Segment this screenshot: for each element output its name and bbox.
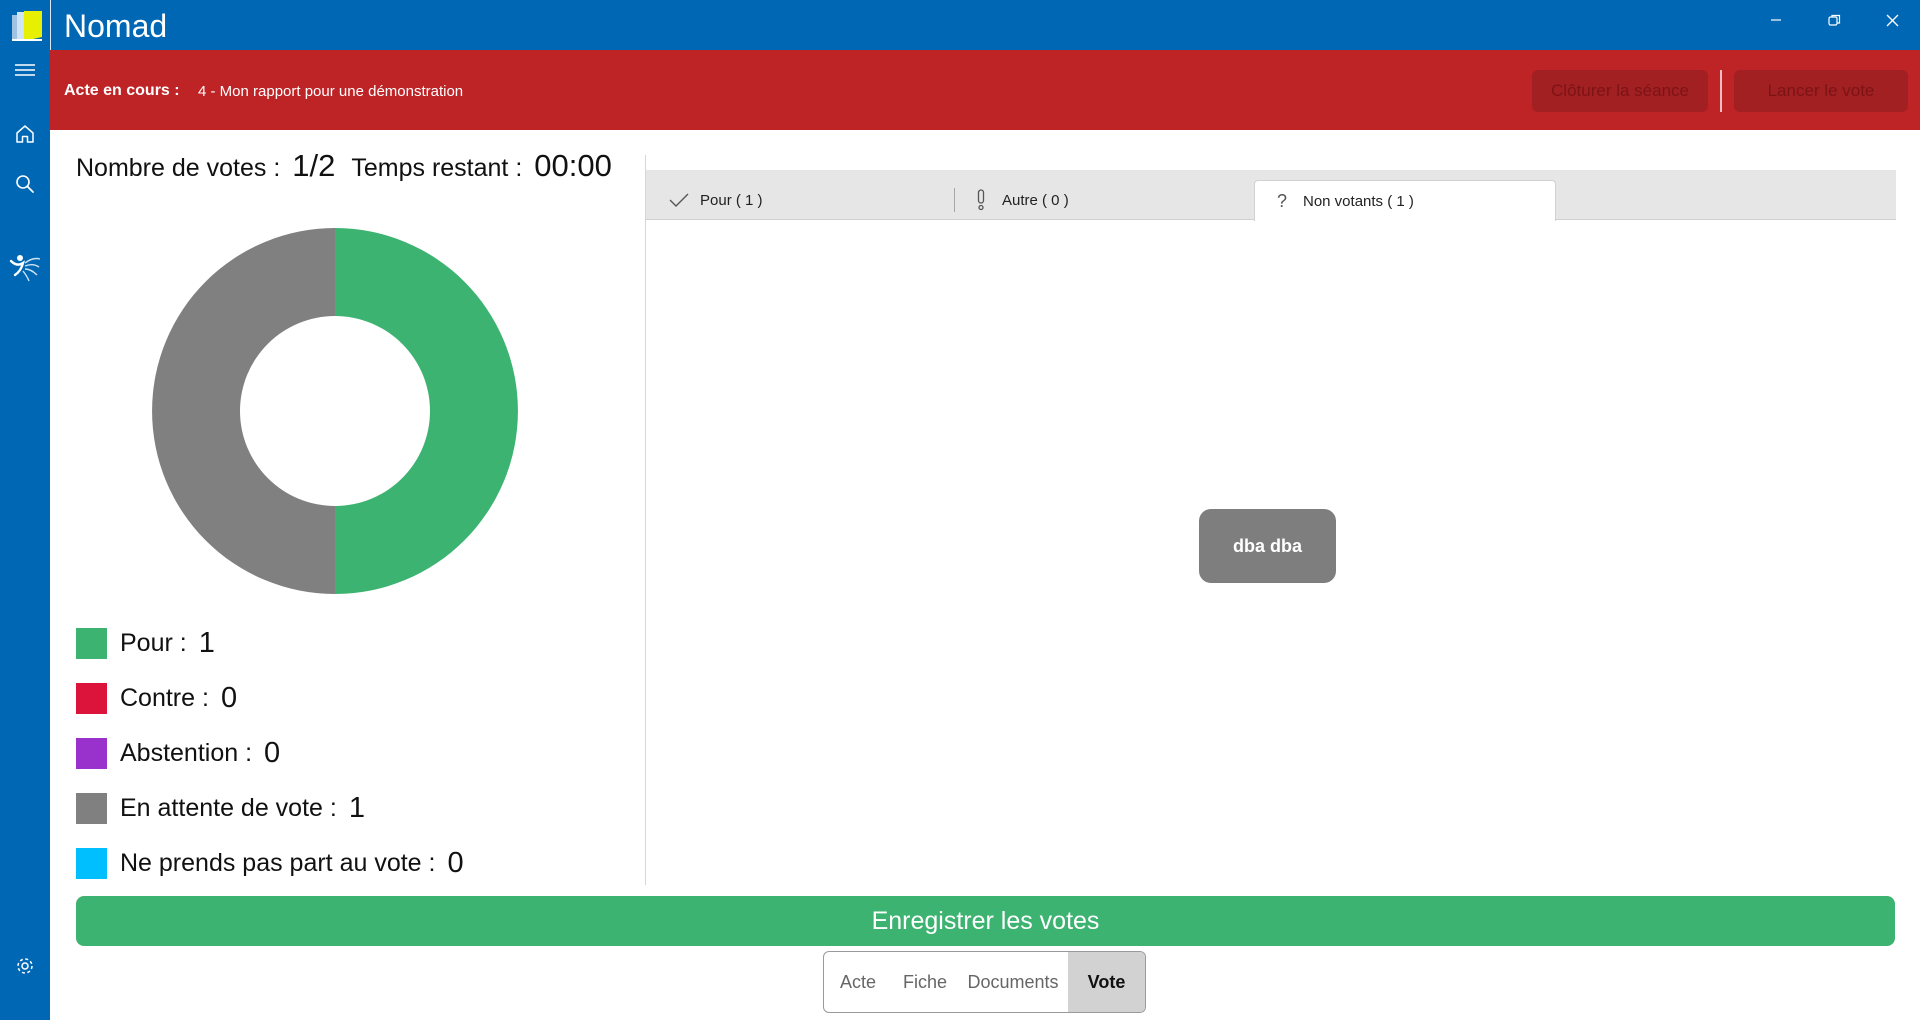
legend-row-waiting: En attente de vote : 1 [76, 792, 365, 824]
votes-count-value: 1/2 [292, 148, 336, 183]
legend-label: En attente de vote : [120, 793, 337, 822]
sidebar-item-organization[interactable] [0, 244, 50, 290]
tab-label: Autre ( 0 ) [1002, 191, 1069, 209]
non-voter-chip[interactable]: dba dba [1199, 509, 1336, 583]
tab-separator [954, 188, 955, 212]
legend-row-abstention: Abstention : 0 [76, 737, 280, 769]
legend-value: 1 [348, 791, 365, 824]
legend-value: 0 [264, 736, 281, 769]
nav-tab-fiche[interactable]: Fiche [892, 952, 958, 1012]
question-icon: ? [1276, 190, 1287, 211]
restore-icon [1827, 14, 1840, 26]
time-remaining-value: 00:00 [534, 148, 612, 183]
legend-row-not-participating: Ne prends pas part au vote : 0 [76, 847, 464, 879]
vote-summary: Nombre de votes : 1/2 Temps restant : 00… [76, 148, 628, 188]
legend-row-pour: Pour : 1 [76, 627, 215, 659]
legend-value: 0 [220, 681, 238, 714]
current-act-value: 4 - Mon rapport pour une démonstration [198, 83, 464, 100]
sidebar-item-search[interactable] [0, 164, 50, 204]
current-act-label: Acte en cours : [64, 82, 180, 99]
checkmark-icon [668, 189, 690, 211]
save-votes-button[interactable]: Enregistrer les votes [76, 896, 1895, 946]
legend-label: Contre : [120, 683, 209, 712]
legend-swatch [76, 627, 107, 659]
votes-count-label: Nombre de votes : [76, 154, 281, 182]
gear-icon [17, 958, 33, 974]
minimize-icon [1771, 19, 1781, 21]
nav-tab-documents[interactable]: Documents [958, 952, 1068, 1012]
sidebar [0, 50, 50, 1020]
legend-row-contre: Contre : 0 [76, 682, 237, 714]
close-button[interactable] [1864, 0, 1920, 40]
donut-slice-pour [335, 228, 518, 594]
current-act-bar: Acte en cours : 4 - Mon rapport pour une… [50, 50, 1920, 130]
vote-donut-chart [150, 226, 520, 596]
close-session-button[interactable]: Clôturer la séance [1532, 70, 1708, 112]
launch-vote-button[interactable]: Lancer le vote [1734, 70, 1908, 112]
tab-label: Non votants ( 1 ) [1303, 192, 1414, 210]
search-icon [16, 175, 34, 193]
tab-non-votants[interactable]: ? Non votants ( 1 ) [1254, 180, 1556, 221]
nav-tab-vote[interactable]: Vote [1068, 952, 1145, 1012]
tab-label: Pour ( 1 ) [700, 191, 763, 209]
home-icon [16, 125, 34, 143]
bottom-nav: Acte Fiche Documents Vote [823, 951, 1146, 1013]
panel-divider [645, 155, 646, 885]
legend-swatch [76, 737, 107, 769]
organization-logo-icon [9, 255, 41, 282]
title-divider [50, 0, 51, 50]
legend-value: 0 [447, 846, 464, 879]
exclamation-icon [970, 189, 992, 211]
restore-button[interactable] [1806, 0, 1862, 40]
close-icon [1886, 14, 1898, 26]
sidebar-menu-button[interactable] [0, 50, 50, 90]
legend-label: Abstention : [120, 738, 253, 767]
vote-tabs: Pour ( 1 ) Autre ( 0 ) ? Non votants ( 1… [646, 170, 1896, 221]
time-remaining-label: Temps restant : [351, 154, 523, 182]
nav-tab-acte[interactable]: Acte [824, 952, 892, 1012]
tab-autre[interactable]: Autre ( 0 ) [970, 180, 1270, 220]
legend-swatch [76, 792, 107, 824]
hamburger-menu-icon [15, 64, 35, 76]
title-bar: Nomad [0, 0, 1920, 50]
app-title: Nomad [64, 8, 168, 44]
donut-slice-en-attente-de-vote [152, 228, 335, 594]
sidebar-item-settings[interactable] [0, 946, 50, 986]
legend-label: Pour : [120, 628, 187, 657]
legend-value: 1 [198, 626, 215, 659]
donut-svg [152, 228, 518, 594]
legend-label: Ne prends pas part au vote : [120, 848, 436, 877]
legend-swatch [76, 682, 107, 714]
minimize-button[interactable] [1748, 0, 1804, 40]
sidebar-item-home[interactable] [0, 114, 50, 154]
header-divider [1720, 70, 1722, 112]
tab-pour[interactable]: Pour ( 1 ) [668, 180, 968, 220]
app-logo-icon [12, 11, 42, 41]
legend-swatch [76, 847, 107, 879]
